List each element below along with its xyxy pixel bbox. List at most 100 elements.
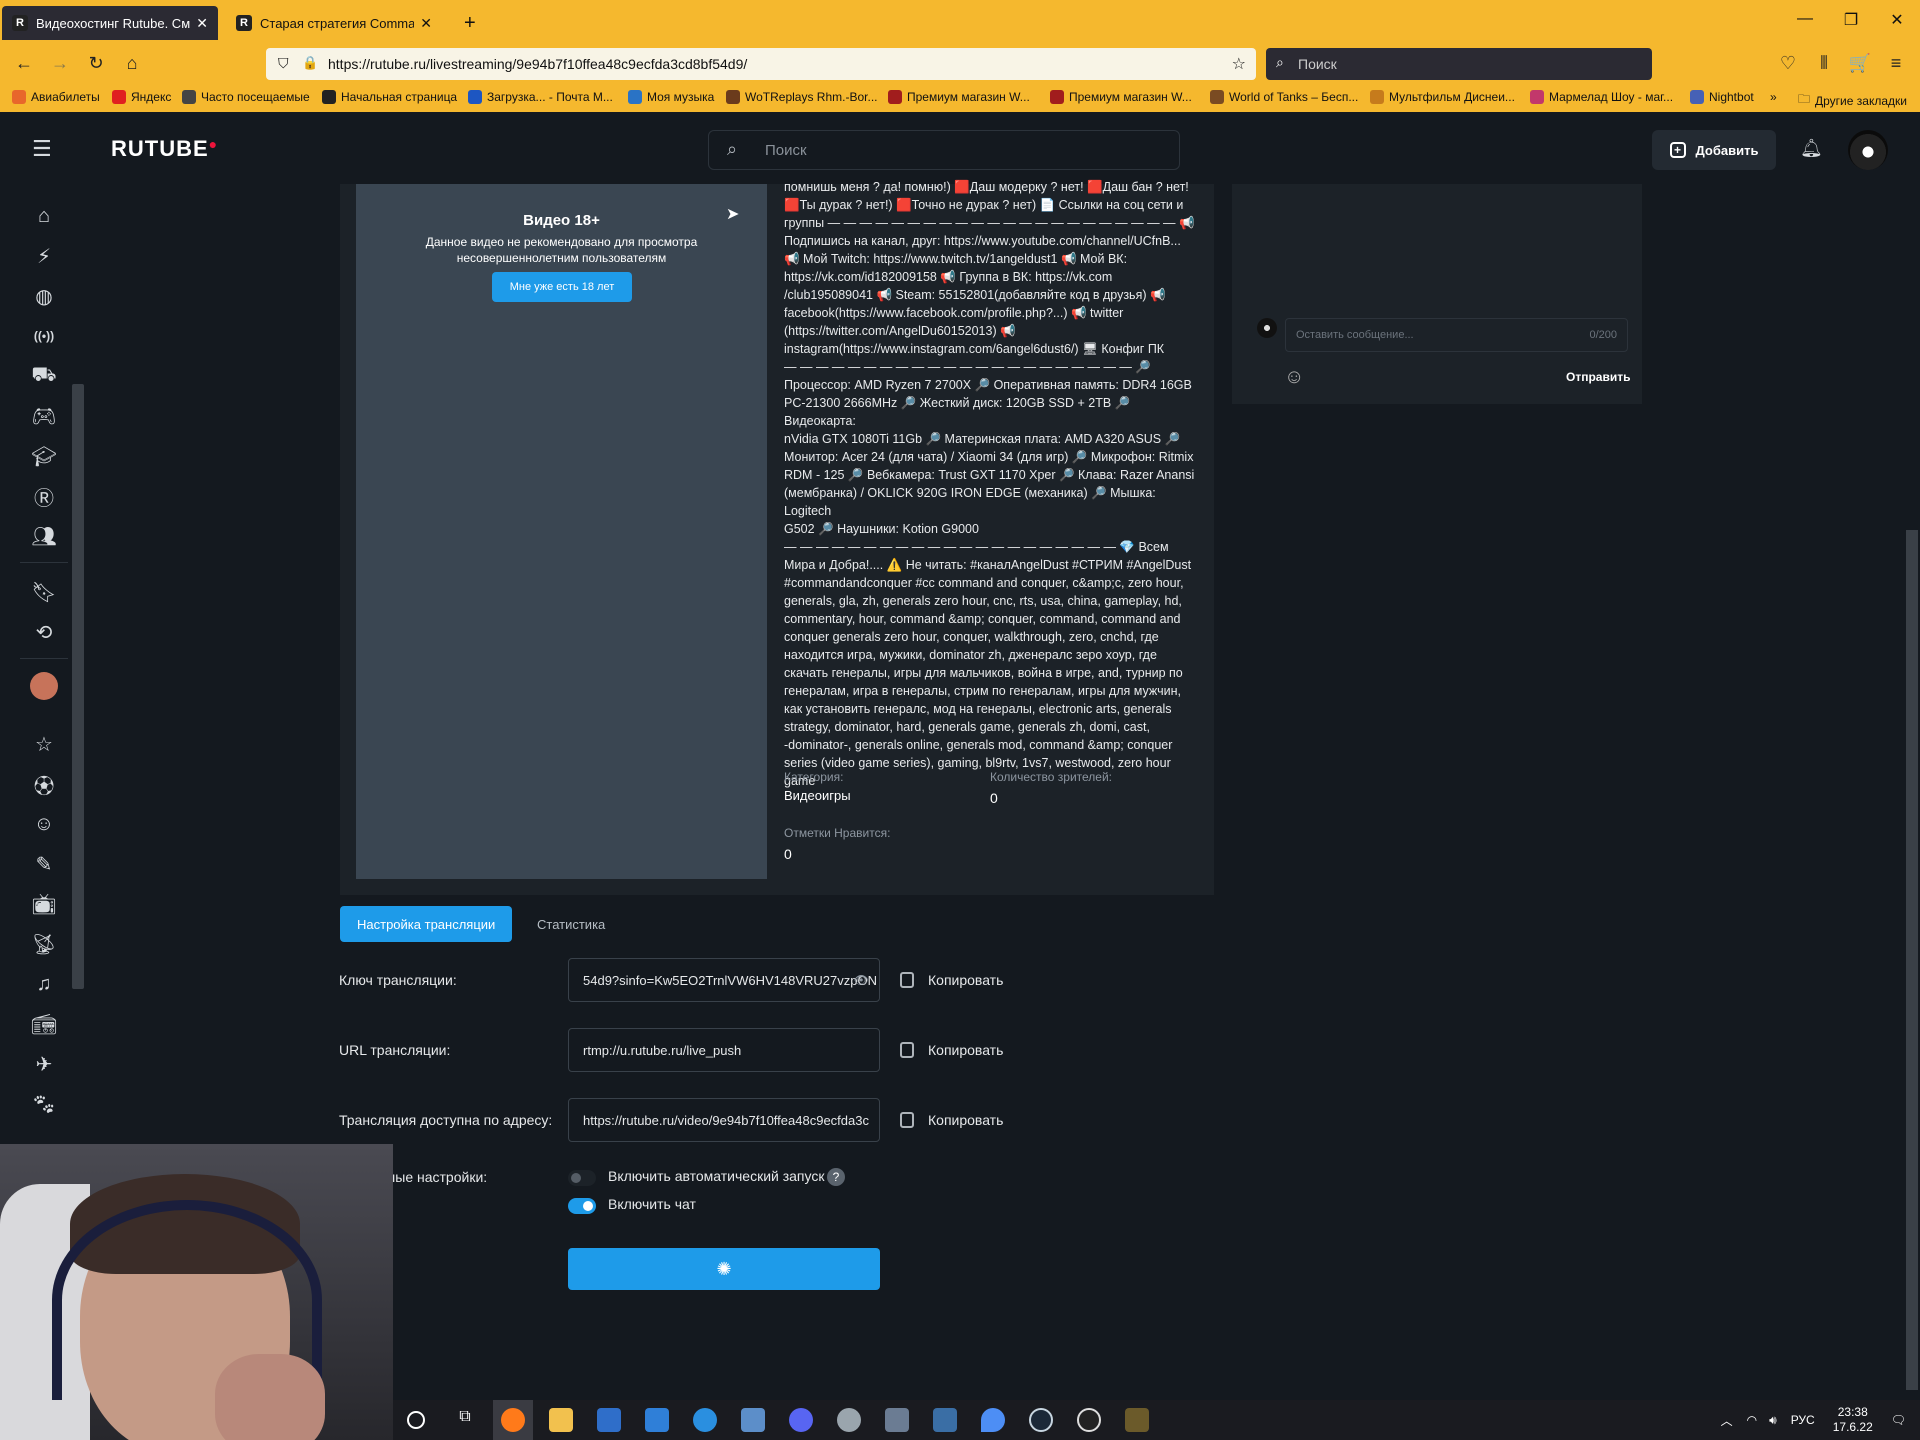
- restore-icon[interactable]: ❐: [1836, 10, 1866, 30]
- app-icon[interactable]: [885, 1408, 909, 1432]
- sidebar-scrollbar[interactable]: [72, 384, 84, 989]
- sidebar-history-icon[interactable]: ⟲: [30, 618, 58, 646]
- add-button[interactable]: + Добавить: [1652, 130, 1776, 170]
- app-icon[interactable]: [741, 1408, 765, 1432]
- back-icon[interactable]: ←: [12, 53, 36, 74]
- category-value[interactable]: Видеоигры: [784, 788, 851, 803]
- minimize-icon[interactable]: —: [1790, 10, 1820, 28]
- stream-url-field[interactable]: rtmp://u.rutube.ru/live_push: [568, 1028, 880, 1072]
- sidebar-education-icon[interactable]: 🎓︎: [30, 442, 58, 470]
- language-indicator[interactable]: РУС: [1791, 1413, 1815, 1427]
- sidebar-sport-icon[interactable]: ⚽︎: [30, 770, 58, 798]
- library-icon[interactable]: ⫴: [1812, 53, 1836, 74]
- bookmark-item[interactable]: World of Tanks – Бесп...: [1210, 90, 1358, 104]
- bookmark-item[interactable]: Загрузка... - Почта M...: [468, 90, 613, 104]
- send-button[interactable]: Отправить: [1566, 370, 1630, 384]
- firefox-icon[interactable]: [501, 1408, 525, 1432]
- volume-icon[interactable]: 🔊︎: [1769, 1413, 1777, 1428]
- video-player[interactable]: Видео 18+ Данное видео не рекомендовано …: [356, 184, 767, 879]
- user-avatar[interactable]: [1848, 130, 1888, 170]
- app-icon[interactable]: [1125, 1408, 1149, 1432]
- clock[interactable]: 23:38 17.6.22: [1833, 1405, 1873, 1435]
- sidebar-pen-icon[interactable]: ✎: [30, 850, 58, 878]
- copy-stream-key-button[interactable]: Копировать: [900, 972, 1003, 988]
- sidebar-paw-icon[interactable]: 🐾︎: [30, 1090, 58, 1118]
- task-view-icon[interactable]: ⧉: [453, 1408, 477, 1432]
- sidebar-humor-icon[interactable]: ☺: [30, 810, 58, 838]
- close-window-icon[interactable]: ✕: [1882, 10, 1912, 30]
- tab-rutube-main[interactable]: R Видеохостинг Rutube. Смотри ✕: [2, 6, 218, 40]
- steam-icon[interactable]: [1029, 1408, 1053, 1432]
- bell-icon[interactable]: 🔔︎: [1800, 138, 1823, 159]
- bookmark-item[interactable]: Авиабилеты: [12, 90, 100, 104]
- bookmark-item[interactable]: Начальная страница: [322, 90, 457, 104]
- store-icon[interactable]: [597, 1408, 621, 1432]
- bookmark-item[interactable]: Часто посещаемые: [182, 90, 310, 104]
- hamburger-menu-icon[interactable]: ☰: [32, 136, 52, 162]
- bookmark-item[interactable]: Моя музыка: [628, 90, 714, 104]
- mail-icon[interactable]: [645, 1408, 669, 1432]
- sidebar-people-icon[interactable]: 👥︎: [30, 522, 58, 550]
- rutube-logo[interactable]: RUTUBE●: [111, 136, 218, 162]
- app-icon[interactable]: [933, 1408, 957, 1432]
- notifications-icon[interactable]: 🗨︎: [1891, 1413, 1906, 1427]
- chat-message-input[interactable]: Оставить сообщение... 0/200: [1285, 318, 1628, 352]
- address-bar[interactable]: ⛉ 🔒 https://rutube.ru/livestreaming/9e94…: [266, 48, 1256, 80]
- wifi-icon[interactable]: ◠: [1747, 1413, 1757, 1427]
- home-icon[interactable]: ⌂: [120, 53, 144, 74]
- chat-toggle[interactable]: [568, 1198, 596, 1214]
- app-icon[interactable]: [981, 1408, 1005, 1432]
- close-tab-icon[interactable]: ✕: [420, 15, 432, 32]
- bookmark-item[interactable]: Nightbot: [1690, 90, 1754, 104]
- bookmark-item[interactable]: Премиум магазин W...: [1050, 90, 1192, 104]
- sidebar-trending-icon[interactable]: ⚡︎: [30, 242, 58, 270]
- tab-statistics[interactable]: Статистика: [520, 906, 622, 942]
- stream-address-field[interactable]: https://rutube.ru/video/9e94b7f10ffea48c…: [568, 1098, 880, 1142]
- pocket-icon[interactable]: ♡: [1776, 53, 1800, 74]
- sidebar-radio-icon[interactable]: 📻︎: [30, 1010, 58, 1038]
- forward-icon[interactable]: →: [48, 53, 72, 74]
- bookmark-item[interactable]: Яндекс: [112, 90, 171, 104]
- sidebar-live-icon[interactable]: ((•)): [30, 322, 58, 350]
- discord-icon[interactable]: [789, 1408, 813, 1432]
- save-settings-button[interactable]: ✺: [568, 1248, 880, 1290]
- sidebar-home-icon[interactable]: ⌂: [30, 202, 58, 230]
- sidebar-globe-icon[interactable]: ◍: [30, 282, 58, 310]
- sidebar-gamepad-icon[interactable]: 🎮︎: [30, 402, 58, 430]
- bookmarks-overflow-chevron[interactable]: »: [1770, 90, 1777, 104]
- browser-search-input[interactable]: ⌕ Поиск: [1266, 48, 1652, 80]
- confirm-age-button[interactable]: Мне уже есть 18 лет: [492, 272, 632, 302]
- tray-chevron-icon[interactable]: ︿: [1721, 1412, 1733, 1429]
- reload-icon[interactable]: ↻: [84, 53, 108, 74]
- close-tab-icon[interactable]: ✕: [196, 15, 208, 32]
- sidebar-car-icon[interactable]: ⛟: [30, 362, 58, 390]
- sidebar-rutube-originals-icon[interactable]: Ⓡ: [30, 482, 58, 510]
- copy-stream-url-button[interactable]: Копировать: [900, 1042, 1003, 1058]
- bookmark-star-icon[interactable]: ☆: [1232, 54, 1246, 74]
- new-tab-button[interactable]: +: [454, 6, 484, 40]
- tab-broadcast-settings[interactable]: Настройка трансляции: [340, 906, 513, 942]
- sidebar-channel-avatar[interactable]: [30, 672, 58, 700]
- cortana-icon[interactable]: [407, 1411, 425, 1429]
- page-scrollbar[interactable]: [1906, 530, 1918, 1390]
- bookmark-item[interactable]: Мармелад Шоу - маг...: [1530, 90, 1673, 104]
- eye-icon[interactable]: 👁︎: [854, 973, 869, 987]
- help-icon[interactable]: ?: [827, 1168, 845, 1186]
- bookmark-item[interactable]: Премиум магазин W...: [888, 90, 1030, 104]
- sidebar-broadcast-icon[interactable]: 📡︎: [30, 930, 58, 958]
- sidebar-music-icon[interactable]: ♫: [30, 970, 58, 998]
- stream-key-field[interactable]: 54d9?sinfo=Kw5EO2TrnlVW6HV148VRU27vzpON …: [568, 958, 880, 1002]
- bookmark-item[interactable]: Мультфильм Диснеи...: [1370, 90, 1515, 104]
- sidebar-bookmark-icon[interactable]: 🔖︎: [30, 578, 58, 606]
- site-search-input[interactable]: ⌕ Поиск: [708, 130, 1180, 170]
- cart-icon[interactable]: 🛒: [1848, 53, 1872, 74]
- tab-command-conquer[interactable]: R Старая стратегия Command a ✕: [226, 6, 442, 40]
- file-explorer-icon[interactable]: [549, 1408, 573, 1432]
- copy-stream-address-button[interactable]: Копировать: [900, 1112, 1003, 1128]
- bookmark-item[interactable]: WoTReplays Rhm.-Bor...: [726, 90, 877, 104]
- autostart-toggle[interactable]: [568, 1170, 596, 1186]
- menu-icon[interactable]: ≡: [1884, 53, 1908, 74]
- sidebar-travel-icon[interactable]: ✈: [30, 1050, 58, 1078]
- obs-icon[interactable]: [1077, 1408, 1101, 1432]
- sidebar-tv-icon[interactable]: 📺︎: [30, 890, 58, 918]
